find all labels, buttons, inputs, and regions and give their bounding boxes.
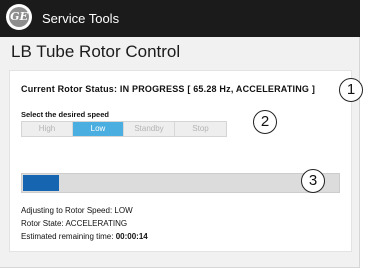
callout-2: 2	[253, 110, 277, 134]
rotor-status-text: Current Rotor Status: IN PROGRESS [ 65.2…	[21, 84, 316, 94]
callout-1: 1	[339, 78, 363, 102]
speed-option-stop[interactable]: Stop	[175, 122, 226, 136]
rotor-state-text: Rotor State: ACCELERATING	[21, 219, 128, 228]
callout-3: 3	[301, 169, 325, 193]
speed-selector: High Low Standby Stop	[21, 121, 227, 137]
speed-option-standby[interactable]: Standby	[124, 122, 175, 136]
rotor-progress-bar	[21, 173, 340, 193]
speed-option-high[interactable]: High	[22, 122, 73, 136]
remaining-time-label: Estimated remaining time:	[21, 232, 114, 241]
page-title: LB Tube Rotor Control	[11, 42, 181, 61]
ge-logo-icon: GE	[6, 4, 32, 30]
title-bar: GE Service Tools	[0, 0, 360, 37]
speed-option-low[interactable]: Low	[73, 122, 124, 136]
logo-text: GE	[9, 7, 29, 27]
app-window: GE Service Tools LB Tube Rotor Control C…	[0, 0, 360, 268]
rotor-control-panel: Current Rotor Status: IN PROGRESS [ 65.2…	[9, 70, 352, 252]
rotor-progress-fill	[23, 175, 60, 191]
app-title: Service Tools	[42, 11, 120, 26]
speed-select-label: Select the desired speed	[21, 110, 109, 119]
adjusting-speed-text: Adjusting to Rotor Speed: LOW	[21, 206, 133, 215]
remaining-time-row: Estimated remaining time: 00:00:14	[21, 232, 148, 241]
remaining-time-value: 00:00:14	[115, 232, 148, 241]
